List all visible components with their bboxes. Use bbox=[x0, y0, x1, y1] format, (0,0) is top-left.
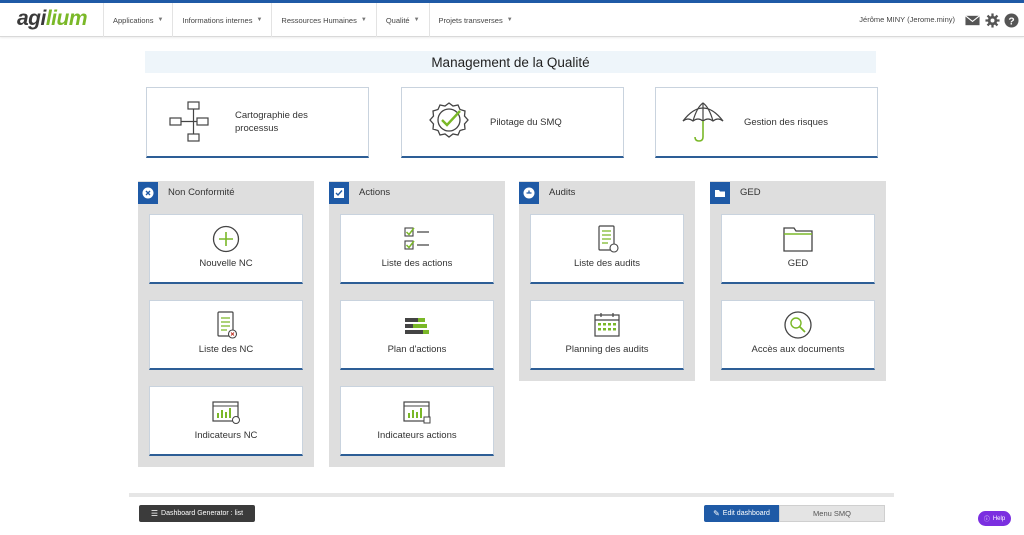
tile-acces-aux-documents[interactable]: Accès aux documents bbox=[721, 300, 875, 370]
nav-informations-internes[interactable]: Informations internes ▼ bbox=[172, 3, 271, 37]
nav-label: Applications bbox=[113, 15, 154, 25]
logo-text-a: agi bbox=[17, 7, 46, 30]
section-header: Audits bbox=[519, 181, 695, 204]
calendar-icon bbox=[594, 313, 620, 337]
button-label: Menu SMQ bbox=[813, 509, 851, 518]
nav-label: Projets transverses bbox=[438, 15, 503, 25]
tile-planning-des-audits[interactable]: Planning des audits bbox=[530, 300, 684, 370]
page-title: Management de la Qualité bbox=[145, 51, 876, 73]
caret-down-icon: ▼ bbox=[256, 17, 263, 23]
nav-applications[interactable]: Applications ▼ bbox=[103, 3, 172, 37]
nav-label: Ressources Humaines bbox=[281, 15, 357, 25]
help-icon: ⓘ bbox=[983, 517, 990, 523]
nav-ressources-humaines[interactable]: Ressources Humaines ▼ bbox=[271, 3, 375, 37]
plus-circle-icon bbox=[212, 225, 240, 253]
help-button[interactable]: ⓘ Help bbox=[978, 511, 1011, 526]
card-cartographie-des-processus[interactable]: Cartographie des processus bbox=[146, 87, 369, 158]
caret-down-icon: ▼ bbox=[360, 17, 367, 23]
tile-label: Liste des NC bbox=[198, 344, 254, 355]
button-label: Edit dashboard bbox=[722, 510, 770, 517]
list-doc-icon bbox=[217, 311, 238, 339]
umbrella-icon bbox=[682, 102, 724, 142]
question-circle-icon[interactable]: ? bbox=[1004, 13, 1019, 28]
svg-text:?: ? bbox=[1008, 16, 1014, 27]
tile-label: Plan d'actions bbox=[387, 344, 447, 355]
caret-down-icon: ▼ bbox=[413, 17, 420, 23]
list-icon: ☰ bbox=[150, 509, 159, 518]
logo-text-b: lium bbox=[45, 7, 88, 30]
section-header: Actions bbox=[329, 181, 505, 204]
tile-label: Liste des audits bbox=[573, 258, 640, 269]
tile-label: Indicateurs actions bbox=[377, 430, 457, 441]
tile-indicateurs-actions[interactable]: Indicateurs actions bbox=[340, 386, 494, 456]
tile-label: GED bbox=[787, 258, 809, 269]
tile-ged[interactable]: GED bbox=[721, 214, 875, 284]
dashboard-generator-button[interactable]: ☰ Dashboard Generator : list bbox=[139, 505, 255, 522]
button-label: Help bbox=[992, 515, 1006, 522]
folder-icon bbox=[710, 181, 730, 204]
section-title: Actions bbox=[359, 187, 391, 198]
footer-divider bbox=[129, 493, 894, 497]
tile-indicateurs-nc[interactable]: Indicateurs NC bbox=[149, 386, 303, 456]
tile-label: Planning des audits bbox=[565, 344, 649, 355]
mail-icon[interactable] bbox=[965, 13, 980, 28]
indicator-icon bbox=[212, 401, 240, 424]
section-header: Non Conformité bbox=[138, 181, 314, 204]
card-label: Pilotage du SMQ bbox=[490, 116, 562, 128]
edit-dashboard-button[interactable]: ✎ Edit dashboard bbox=[704, 505, 779, 522]
nav-projets-transverses[interactable]: Projets transverses ▼ bbox=[428, 3, 522, 37]
nav-label: Qualité bbox=[385, 15, 410, 25]
folder-outline-icon bbox=[783, 227, 813, 252]
audit-doc-icon bbox=[598, 225, 619, 253]
section-non-conformite: Non Conformité Nouvelle NC Liste des NC … bbox=[138, 181, 314, 467]
audit-icon bbox=[519, 181, 539, 204]
pencil-icon: ✎ bbox=[713, 509, 720, 518]
checkbox-icon bbox=[329, 181, 349, 204]
section-title: Audits bbox=[549, 187, 576, 198]
tile-liste-des-actions[interactable]: Liste des actions bbox=[340, 214, 494, 284]
tile-label: Accès aux documents bbox=[751, 344, 845, 355]
caret-down-icon: ▼ bbox=[506, 17, 513, 23]
nav-qualite[interactable]: Qualité ▼ bbox=[375, 3, 429, 37]
gantt-icon bbox=[405, 318, 429, 334]
caret-down-icon: ▼ bbox=[157, 17, 164, 23]
card-label: Cartographie des processus bbox=[235, 110, 308, 134]
tile-plan-d-actions[interactable]: Plan d'actions bbox=[340, 300, 494, 370]
gear-icon[interactable] bbox=[985, 13, 1000, 28]
section-header: GED bbox=[710, 181, 886, 204]
menu-smq-button[interactable]: Menu SMQ bbox=[779, 505, 885, 522]
card-pilotage-du-smq[interactable]: Pilotage du SMQ bbox=[401, 87, 624, 158]
agilium-logo[interactable]: agilium bbox=[17, 7, 88, 31]
section-title: GED bbox=[740, 187, 761, 198]
process-map-icon bbox=[169, 101, 209, 142]
indicator-icon bbox=[403, 401, 431, 424]
top-navigation-bar: agilium Applications ▼ Informations inter… bbox=[0, 0, 1024, 37]
section-title: Non Conformité bbox=[168, 187, 235, 198]
section-actions: Actions Liste des actions Plan d'actions bbox=[329, 181, 505, 467]
card-gestion-des-risques[interactable]: Gestion des risques bbox=[655, 87, 878, 158]
magnifier-icon bbox=[784, 311, 812, 339]
tile-liste-des-audits[interactable]: Liste des audits bbox=[530, 214, 684, 284]
tile-label: Liste des actions bbox=[381, 258, 453, 269]
nav-label: Informations internes bbox=[182, 15, 253, 25]
tile-liste-des-nc[interactable]: Liste des NC bbox=[149, 300, 303, 370]
section-audits: Audits Liste des audits Planning des aud… bbox=[519, 181, 695, 381]
user-name[interactable]: Jérôme MINY (Jerome.miny) bbox=[859, 15, 955, 24]
tile-nouvelle-nc[interactable]: Nouvelle NC bbox=[149, 214, 303, 284]
tile-label: Indicateurs NC bbox=[194, 430, 258, 441]
tile-label: Nouvelle NC bbox=[199, 258, 253, 269]
button-label: Dashboard Generator : list bbox=[161, 510, 244, 517]
section-ged: GED GED Accès aux documents bbox=[710, 181, 886, 381]
check-seal-icon bbox=[429, 102, 469, 138]
circle-x-icon bbox=[138, 181, 158, 204]
checklist-icon bbox=[404, 227, 429, 250]
card-label: Gestion des risques bbox=[744, 116, 828, 128]
main-menu: Applications ▼ Informations internes ▼ Res… bbox=[103, 3, 522, 37]
